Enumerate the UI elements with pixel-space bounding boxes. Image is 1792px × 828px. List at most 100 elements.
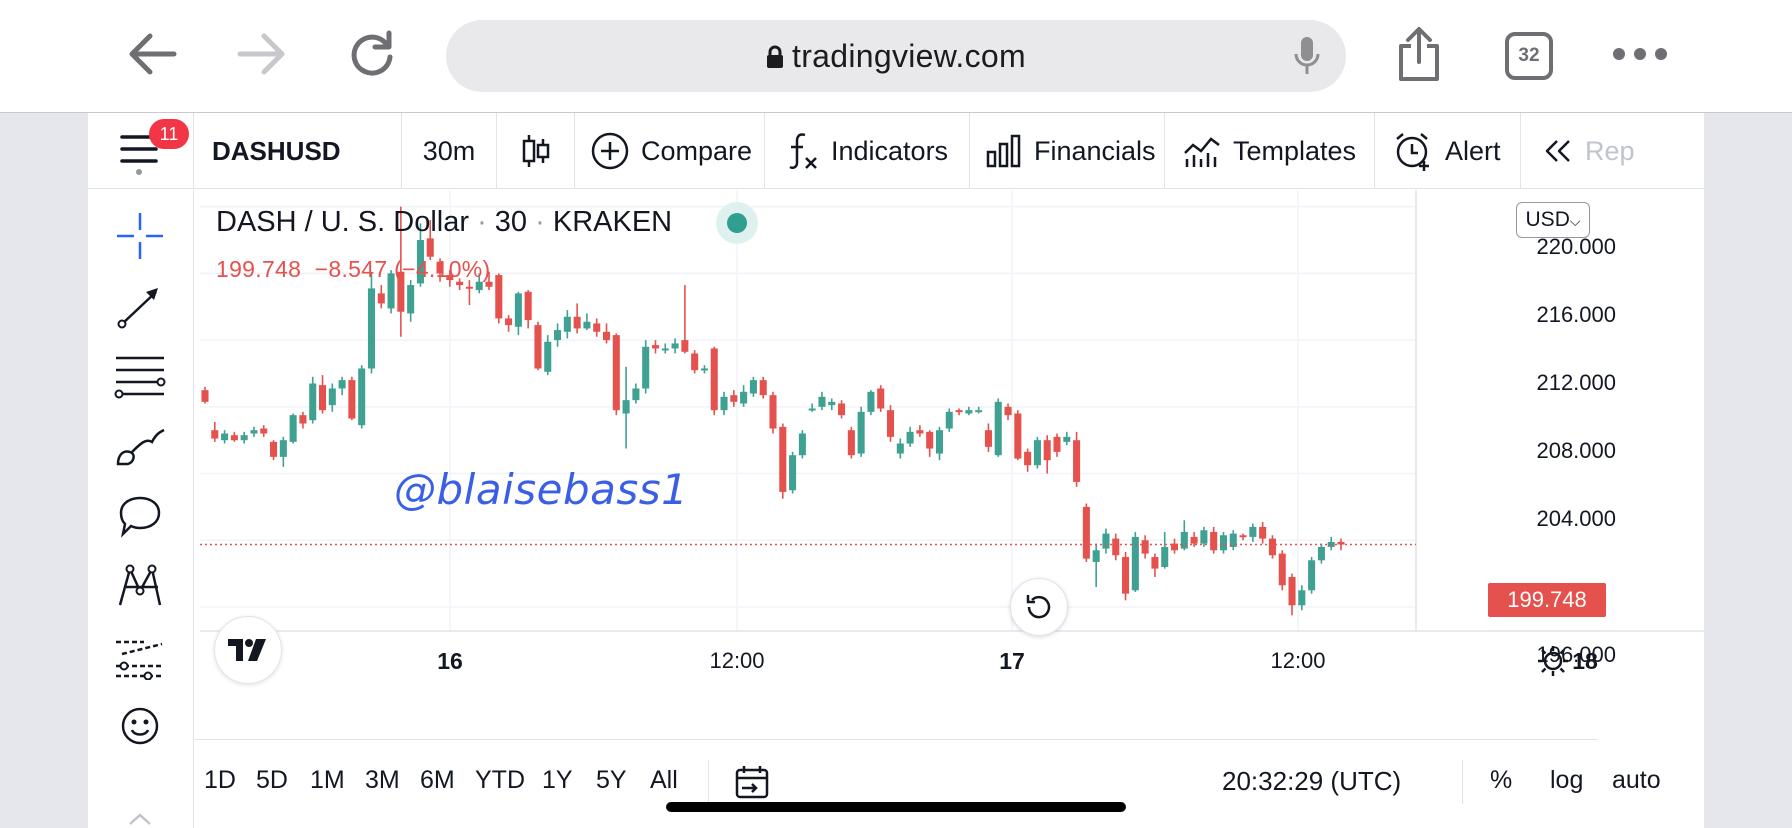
log-scale-button[interactable]: log <box>1550 766 1583 795</box>
currency-label: USD <box>1525 208 1570 231</box>
candle-up <box>514 293 522 327</box>
pattern-tool[interactable] <box>108 554 172 618</box>
replay-label: Rep <box>1585 135 1635 166</box>
range-3m-button[interactable]: 3M <box>365 766 400 795</box>
utc-clock[interactable]: 20:32:29 (UTC) <box>1222 766 1401 797</box>
price-axis-label: 216.000 <box>1536 302 1616 327</box>
fib-retracement-icon <box>114 356 166 399</box>
notification-badge: 11 <box>149 119 189 149</box>
time-axis-label: 17 <box>999 648 1025 674</box>
compare-button[interactable]: Compare <box>575 113 765 189</box>
financials-button[interactable]: Financials <box>970 113 1165 189</box>
candle-down <box>465 286 473 289</box>
forecast-tool[interactable] <box>108 624 172 688</box>
time-axis-label: 18 <box>1572 648 1598 674</box>
price-axis-label: 212.000 <box>1536 370 1616 395</box>
microphone-icon[interactable] <box>1294 36 1320 76</box>
auto-scale-button[interactable]: auto <box>1612 766 1661 795</box>
symbol-label: DASHUSD <box>212 135 341 166</box>
candle-up <box>309 383 317 421</box>
tabs-button[interactable]: 32 <box>1505 32 1553 80</box>
candle-down <box>847 430 855 456</box>
range-1m-button[interactable]: 1M <box>310 766 345 795</box>
chart-type-button[interactable] <box>497 113 575 189</box>
templates-button[interactable]: Templates <box>1165 113 1375 189</box>
candle-down <box>926 431 934 449</box>
market-status-indicator[interactable] <box>716 202 758 244</box>
percent-scale-button[interactable]: % <box>1490 766 1512 795</box>
templates-icon <box>1184 137 1220 167</box>
forward-button[interactable] <box>226 18 298 90</box>
watermark-text: @blaisebass1 <box>394 465 689 514</box>
range-1y-button[interactable]: 1Y <box>542 766 573 795</box>
candle-up <box>700 368 708 371</box>
back-button[interactable] <box>116 18 188 90</box>
chart-legend-title: DASH / U. S. Dollar · 30 · KRAKEN <box>216 206 672 239</box>
address-bar[interactable]: tradingview.com <box>446 20 1346 92</box>
bar-chart-icon <box>986 134 1021 168</box>
candle-down <box>426 238 434 257</box>
candle-down <box>651 345 660 349</box>
alarm-clock-icon <box>1396 133 1429 171</box>
candle-down <box>495 275 503 319</box>
chevron-up-icon[interactable] <box>128 812 152 826</box>
candle-down <box>1082 506 1090 559</box>
alert-button[interactable]: Alert <box>1375 113 1521 189</box>
candle-up <box>554 330 562 341</box>
trend-line-tool[interactable] <box>108 274 172 338</box>
range-5d-button[interactable]: 5D <box>256 766 288 795</box>
comment-tool[interactable] <box>108 484 172 548</box>
candle-up <box>1317 546 1325 561</box>
currency-selector[interactable]: USD⌵ <box>1516 202 1590 238</box>
candle-down <box>524 291 532 321</box>
change-percent: (−4.10%) <box>394 256 491 282</box>
replay-button[interactable]: Rep <box>1521 113 1704 189</box>
candle-up <box>1308 560 1316 591</box>
candle-down <box>1043 440 1051 461</box>
candle-down <box>1024 451 1032 466</box>
drawing-toolbar <box>88 190 194 828</box>
candle-up <box>749 380 757 394</box>
candle-down <box>1122 556 1130 594</box>
candle-up <box>867 391 875 412</box>
candle-down <box>1259 526 1267 539</box>
candle-up <box>857 411 865 454</box>
emoji-tool[interactable] <box>108 694 172 758</box>
candle-up <box>818 396 826 407</box>
indicators-button[interactable]: Indicators <box>765 113 970 189</box>
interval-button[interactable]: 30m <box>402 113 497 189</box>
candle-up <box>808 408 816 411</box>
chart-settings-button[interactable] <box>1536 644 1570 678</box>
crosshair-tool[interactable] <box>108 204 172 268</box>
brush-tool[interactable] <box>108 414 172 478</box>
divider <box>1462 760 1463 804</box>
forward-arrow-icon <box>237 33 285 75</box>
more-button[interactable] <box>1604 18 1676 90</box>
time-axis[interactable]: 16 12:00 17 12:00 18 <box>200 632 1598 682</box>
candle-up <box>632 388 640 401</box>
candle-up <box>1102 533 1110 549</box>
range-ytd-button[interactable]: YTD <box>475 766 525 795</box>
menu-button[interactable]: 11 <box>88 113 194 189</box>
chart-pane[interactable]: DASH / U. S. Dollar · 30 · KRAKEN 199.74… <box>200 190 1704 828</box>
candle-down <box>377 293 385 304</box>
calendar-goto-icon[interactable] <box>734 764 770 800</box>
reload-button[interactable] <box>336 18 408 90</box>
comment-icon <box>119 496 161 538</box>
symbol-search-button[interactable]: DASHUSD <box>194 113 402 189</box>
fib-retracement-tool[interactable] <box>108 344 172 408</box>
range-all-button[interactable]: All <box>650 766 678 795</box>
function-icon <box>789 133 817 170</box>
emoji-icon <box>121 707 159 745</box>
range-5y-button[interactable]: 5Y <box>596 766 627 795</box>
candle-up <box>1200 530 1208 544</box>
candle-down <box>1053 436 1061 452</box>
share-button[interactable] <box>1383 18 1455 90</box>
price-axis-label: 208.000 <box>1536 438 1616 463</box>
reset-icon <box>1026 595 1051 619</box>
range-1d-button[interactable]: 1D <box>204 766 236 795</box>
range-6m-button[interactable]: 6M <box>420 766 455 795</box>
candle-up <box>945 411 953 429</box>
reset-chart-button[interactable] <box>1010 578 1068 636</box>
candle-down <box>534 325 542 369</box>
